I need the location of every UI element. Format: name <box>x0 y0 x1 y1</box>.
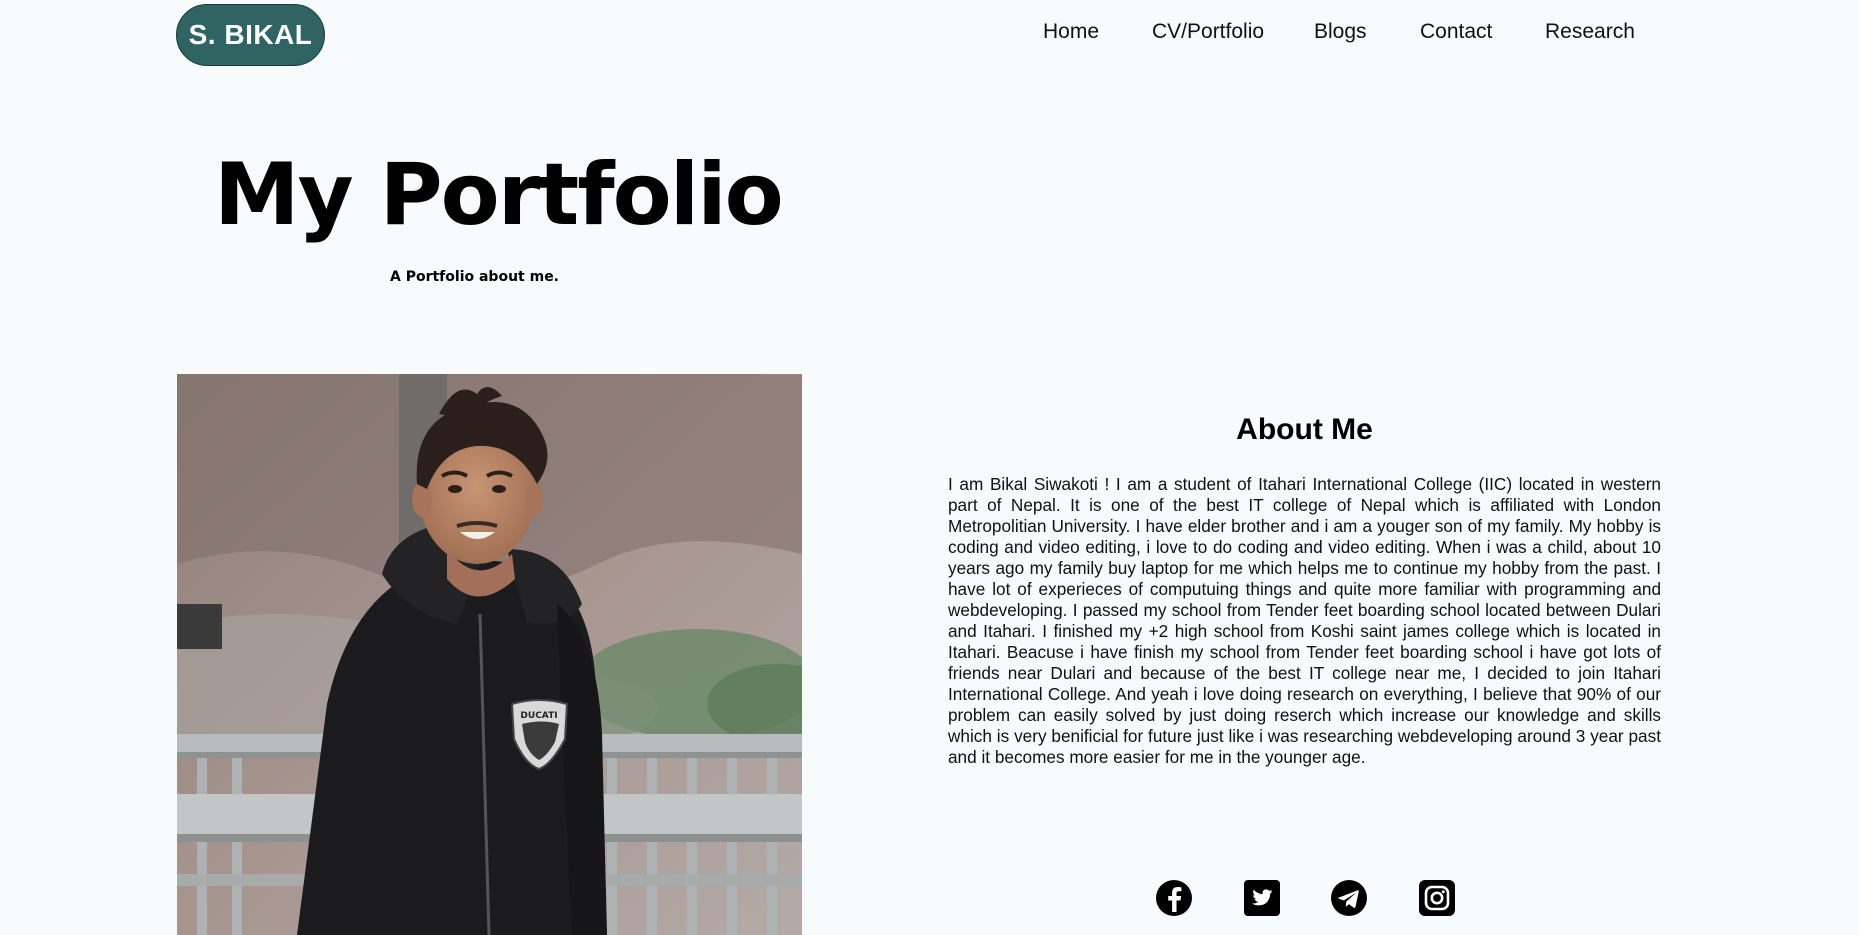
nav-link-blogs[interactable]: Blogs <box>1314 20 1367 44</box>
nav-link-research[interactable]: Research <box>1545 20 1635 44</box>
nav-link-home[interactable]: Home <box>1043 20 1099 44</box>
about-heading: About Me <box>1236 413 1373 446</box>
instagram-icon[interactable] <box>1418 879 1456 917</box>
nav-link-cv-portfolio[interactable]: CV/Portfolio <box>1152 20 1264 44</box>
twitter-icon[interactable] <box>1243 879 1281 917</box>
jacket-logo-text: DUCATI <box>520 711 557 721</box>
page-subtitle: A Portfolio about me. <box>390 269 560 285</box>
site-header: S. BIKAL Home CV/Portfolio Blogs Contact… <box>0 0 1859 80</box>
telegram-icon[interactable] <box>1330 879 1368 917</box>
about-paragraph: I am Bikal Siwakoti ! I am a student of … <box>948 474 1661 767</box>
nav-link-contact[interactable]: Contact <box>1420 20 1492 44</box>
site-logo[interactable]: S. BIKAL <box>176 4 325 66</box>
profile-photo: DUCATI <box>177 374 802 935</box>
facebook-icon[interactable] <box>1155 879 1193 917</box>
page-title: My Portfolio <box>214 145 784 245</box>
